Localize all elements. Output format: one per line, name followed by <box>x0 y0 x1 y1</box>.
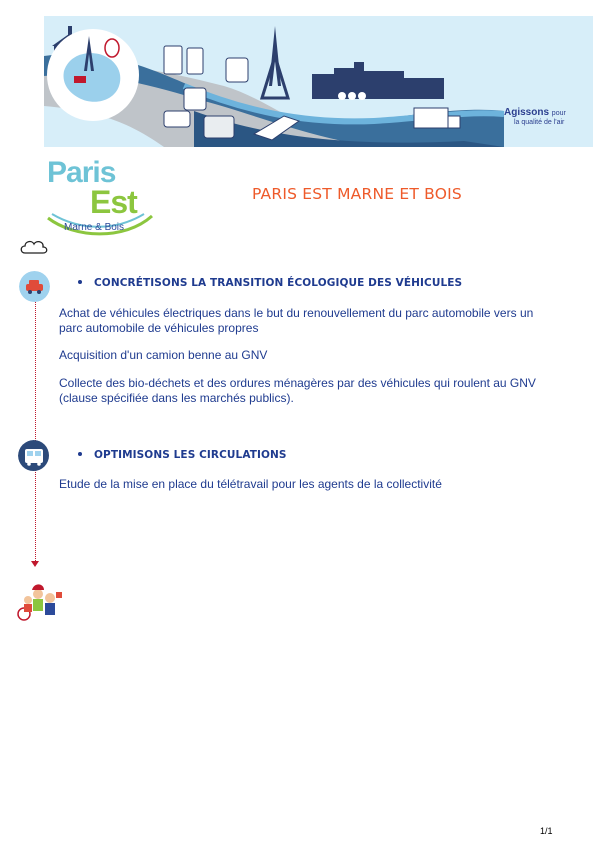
timeline-arrow-icon <box>31 561 39 567</box>
car-icon <box>19 271 50 302</box>
badge-title: Agissons pour <box>504 107 566 118</box>
logo-subtitle: Marne & Bois <box>64 222 125 233</box>
paragraph: Achat de véhicules électriques dans le b… <box>59 306 534 335</box>
section-heading-vehicles: CONCRÉTISONS LA TRANSITION ÉCOLOGIQUE DE… <box>78 277 462 289</box>
paragraph: Etude de la mise en place du télétravail… <box>59 477 442 491</box>
section-heading-circulations: OPTIMISONS LES CIRCULATIONS <box>78 449 287 461</box>
air-quality-badge <box>47 29 139 121</box>
page-number: 1/1 <box>540 826 553 836</box>
page-title: PARIS EST MARNE ET BOIS <box>252 185 462 203</box>
children-bike-icon <box>17 584 62 621</box>
header-banner: Agissons pour la qualité de l'air <box>44 16 593 147</box>
bullet-icon <box>78 280 82 284</box>
bus-icon <box>18 440 49 471</box>
cloud-icon <box>20 240 48 254</box>
timeline-line <box>35 295 36 565</box>
bullet-icon <box>78 452 82 456</box>
paragraph: Acquisition d'un camion benne au GNV <box>59 348 268 362</box>
badge-subtitle: la qualité de l'air <box>514 119 565 126</box>
logo-est: Est <box>90 184 138 220</box>
paris-est-logo: Paris Est Marne & Bois <box>44 156 156 242</box>
paragraph: Collecte des bio-déchets et des ordures … <box>59 376 536 405</box>
